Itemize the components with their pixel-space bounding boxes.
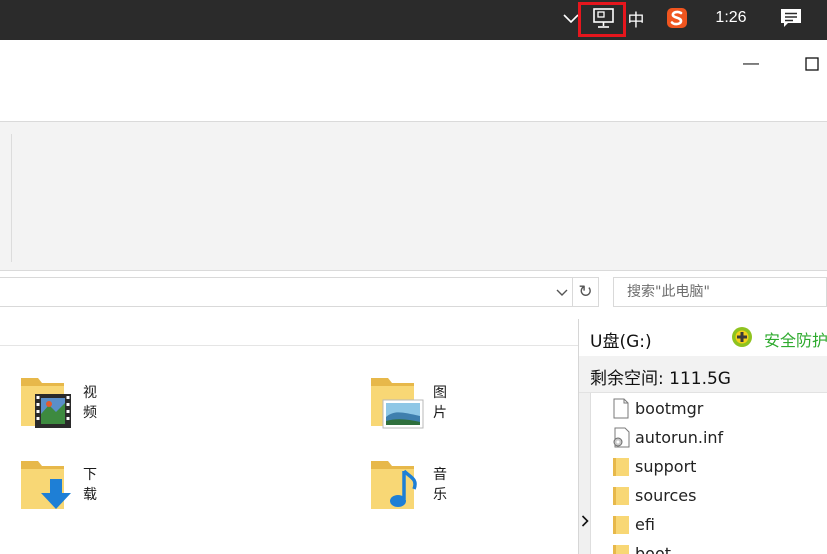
- ribbon: [0, 121, 827, 271]
- pictures-folder-icon: [371, 378, 424, 429]
- folder-pictures-label: 图片: [433, 385, 447, 421]
- drive-panel: U盘(G:) 安全防护 剩余空间: 111.5G bootmgr autorun…: [578, 319, 827, 554]
- folder-name: sources: [635, 485, 697, 505]
- refresh-button[interactable]: ↻: [572, 277, 599, 307]
- free-space-row: 剩余空间: 111.5G: [579, 356, 827, 393]
- taskbar: 中 1:26: [0, 0, 827, 40]
- expand-button[interactable]: [579, 509, 590, 533]
- folder-icon: [612, 513, 630, 535]
- folder-name: efi: [635, 514, 655, 534]
- highlight-box: [578, 2, 626, 37]
- minimize-button[interactable]: —: [739, 52, 763, 76]
- safety-protection-link[interactable]: 安全防护: [764, 327, 827, 351]
- safety-plus-icon[interactable]: [731, 326, 753, 353]
- folder-music[interactable]: 音乐: [368, 457, 447, 520]
- folder-icon: [612, 542, 630, 554]
- clock-time: 1:26: [715, 9, 747, 26]
- folder-downloads-label: 下载: [83, 467, 97, 503]
- free-space-text: 剩余空间: 111.5G: [590, 369, 731, 389]
- drive-panel-header: U盘(G:) 安全防护: [579, 319, 827, 357]
- ime-mode-label: 中: [627, 10, 645, 31]
- chevron-down-icon: [556, 289, 568, 296]
- ime-mode-indicator[interactable]: 中: [624, 0, 648, 36]
- video-folder-icon: [21, 378, 71, 428]
- downloads-folder-icon: [21, 461, 71, 509]
- folder-item[interactable]: support: [612, 452, 696, 480]
- content-divider: [0, 345, 578, 346]
- folder-downloads[interactable]: 下载: [18, 457, 97, 520]
- folder-item[interactable]: sources: [612, 481, 696, 509]
- chevron-right-icon: [581, 515, 589, 527]
- maximize-button[interactable]: [800, 52, 824, 76]
- drive-file-list: bootmgr autorun.inf support sources efi: [579, 393, 827, 554]
- file-item[interactable]: autorun.inf: [612, 423, 723, 451]
- notification-icon[interactable]: [777, 0, 805, 36]
- folder-item[interactable]: efi: [612, 510, 655, 538]
- folder-name: support: [635, 456, 697, 476]
- refresh-icon: ↻: [578, 282, 593, 302]
- drive-name: U盘(G:): [590, 332, 652, 352]
- ribbon-divider: [11, 134, 12, 262]
- music-folder-icon: [371, 461, 417, 509]
- search-input[interactable]: 搜索"此电脑": [613, 277, 827, 307]
- folder-item[interactable]: boot: [612, 539, 671, 554]
- sogou-ime-icon[interactable]: [664, 0, 690, 36]
- file-name: bootmgr: [635, 398, 704, 418]
- folder-icon: [612, 455, 630, 477]
- folder-videos-label: 视频: [83, 385, 97, 421]
- folder-music-label: 音乐: [433, 467, 447, 503]
- maximize-icon: [805, 57, 819, 71]
- address-bar[interactable]: [0, 277, 573, 307]
- folder-videos[interactable]: 视频: [18, 374, 97, 437]
- search-placeholder: 搜索"此电脑": [627, 284, 710, 300]
- folder-name: boot: [635, 543, 672, 554]
- folder-icon: [612, 484, 630, 506]
- file-icon: [612, 397, 630, 419]
- folder-pictures[interactable]: 图片: [368, 374, 447, 437]
- file-name: autorun.inf: [635, 427, 724, 447]
- minimize-glyph: —: [743, 55, 759, 72]
- address-history-dropdown[interactable]: [553, 284, 571, 302]
- file-item[interactable]: bootmgr: [612, 394, 703, 422]
- clock[interactable]: 1:26: [706, 0, 756, 36]
- window-title-area: [0, 40, 827, 121]
- config-file-icon: [612, 426, 630, 448]
